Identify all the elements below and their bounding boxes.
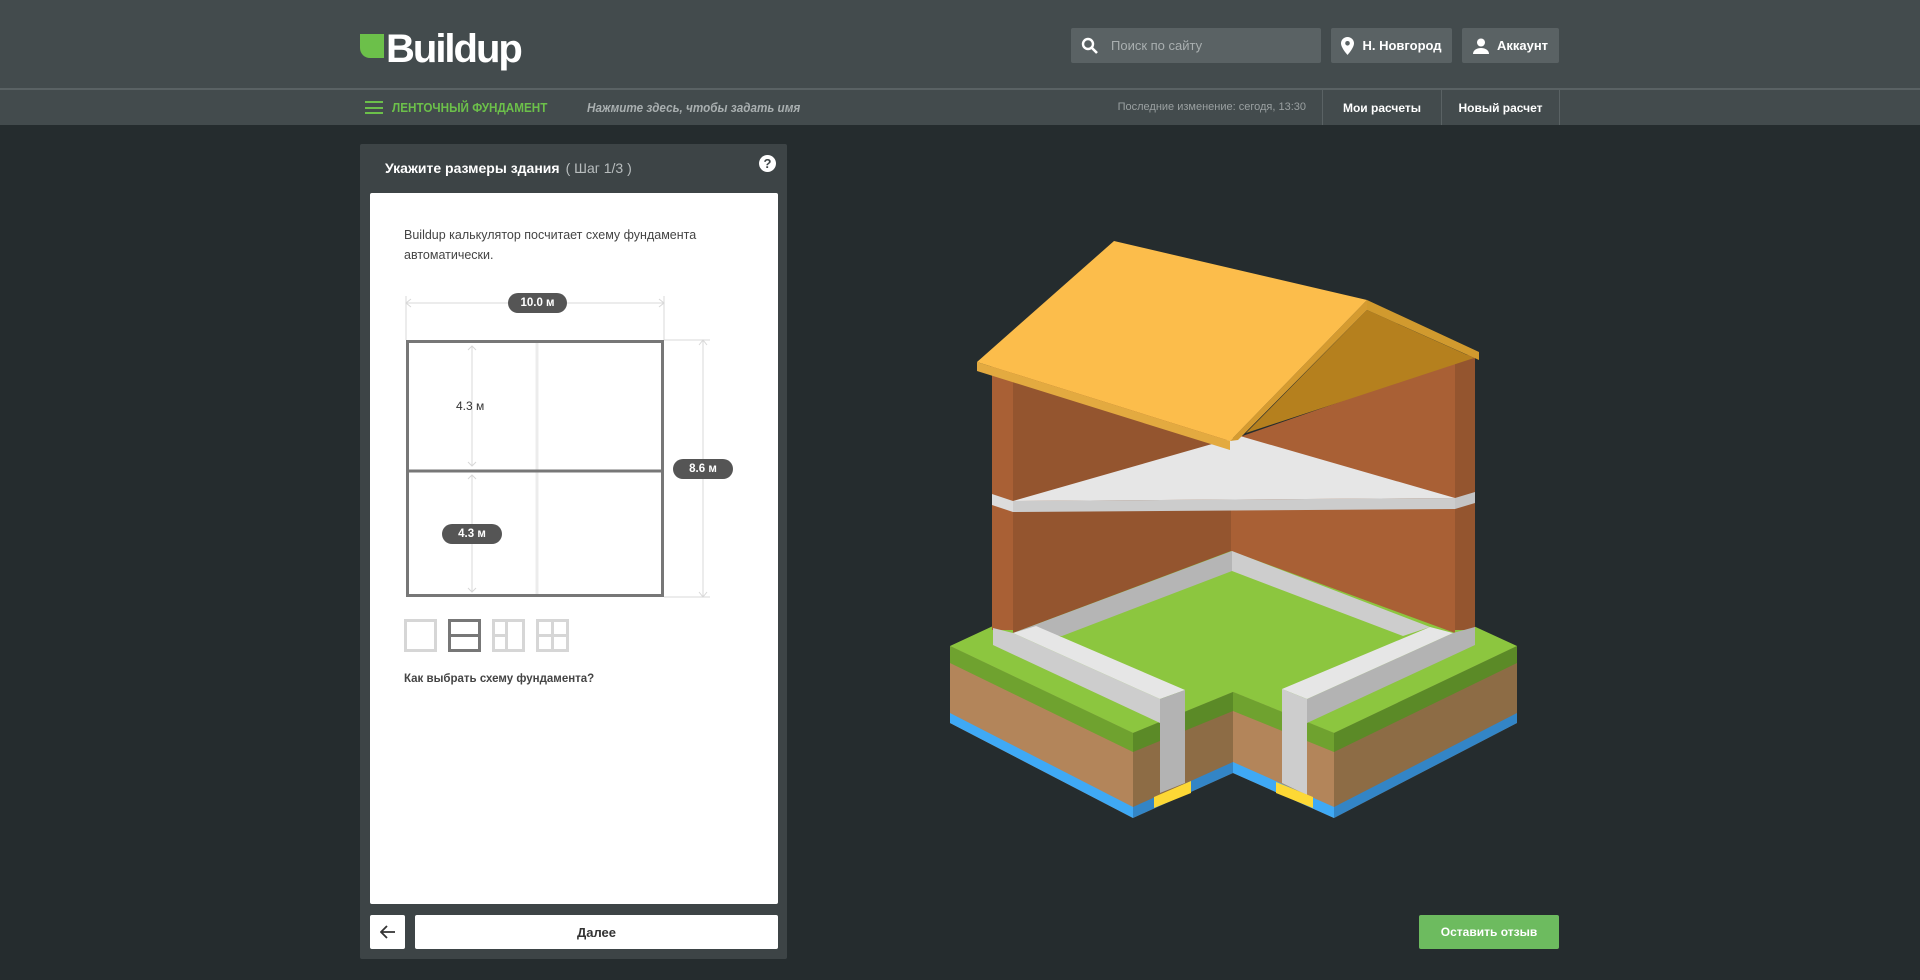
feedback-button[interactable]: Оставить отзыв	[1419, 915, 1559, 949]
house-illustration	[950, 241, 1517, 818]
